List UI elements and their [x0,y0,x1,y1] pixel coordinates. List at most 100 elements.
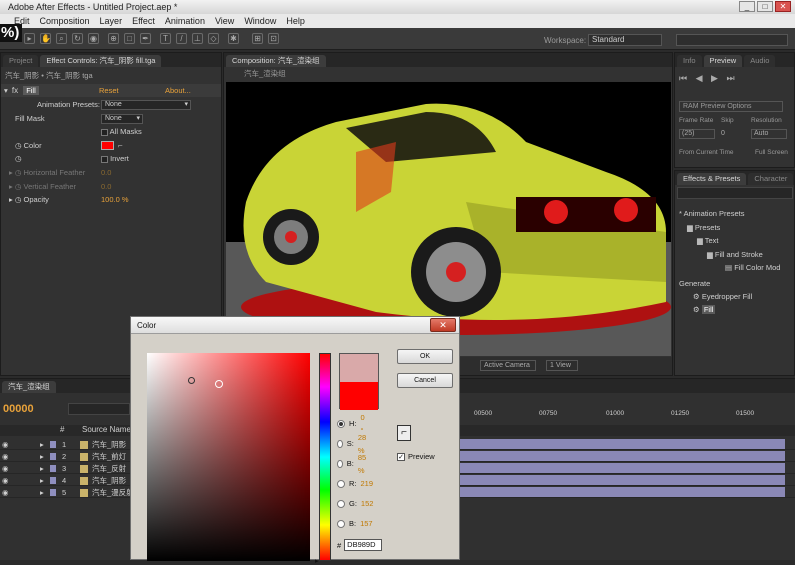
layer-name[interactable]: 汽车_反射 [92,463,126,474]
puppet-tool-icon[interactable]: ✱ [228,33,239,44]
stopwatch-icon[interactable]: ◷ [15,141,22,150]
tree-presets[interactable]: ▆ Presets [687,221,720,234]
layer-duration-bar[interactable] [460,487,785,497]
tab-composition[interactable]: Composition: 汽车_渲染组 [226,55,326,67]
layer-duration-bar[interactable] [460,439,785,449]
color-field-value[interactable]: 152 [361,497,374,510]
tab-character[interactable]: Character [748,173,794,185]
hue-slider[interactable] [319,353,331,561]
visibility-eye-icon[interactable]: ◉ [2,487,9,498]
pan-behind-tool-icon[interactable]: ⊕ [108,33,119,44]
ram-preview-options-select[interactable]: RAM Preview Options [679,101,783,112]
selection-tool-icon[interactable]: ▸ [24,33,35,44]
expand-arrow-icon[interactable]: ▸ [40,463,44,474]
camera-tool-icon[interactable]: ◉ [88,33,99,44]
stopwatch-icon[interactable]: ◷ [15,182,22,191]
label-color-icon[interactable] [50,489,56,496]
maximize-button[interactable]: □ [757,1,773,12]
layer-duration-bar[interactable] [460,451,785,461]
menu-composition[interactable]: Composition [40,14,90,28]
eyedropper-icon[interactable]: ⌐ [118,141,128,150]
tree-fill[interactable]: ⚙ Fill [693,303,716,316]
tree-generate[interactable]: Generate [679,277,710,290]
current-timecode[interactable]: 00000 [3,403,34,415]
animation-presets-dropdown[interactable]: None ▾ [101,100,191,110]
layer-name[interactable]: 汽车_前灯 [92,451,126,462]
expand-arrow-icon[interactable]: ▸ [9,195,13,204]
v-feather-value[interactable]: 0.0 [101,180,111,193]
search-help-input[interactable] [676,34,788,46]
layer-name[interactable]: 汽车_阴影 [92,439,126,450]
menu-layer[interactable]: Layer [100,14,123,28]
ok-button[interactable]: OK [397,349,453,364]
expand-arrow-icon[interactable]: ▸ [9,182,13,191]
tree-animation-presets[interactable]: * Animation Presets [679,207,744,220]
menu-animation[interactable]: Animation [165,14,205,28]
fill-mask-dropdown[interactable]: None ▾ [101,114,143,124]
expand-arrow-icon[interactable]: ▸ [40,451,44,462]
menu-view[interactable]: View [215,14,234,28]
color-mode-radio[interactable] [337,459,343,468]
layer-name[interactable]: 汽车_阴影 [92,475,126,486]
cancel-button[interactable]: Cancel [397,373,453,388]
view-layout-select[interactable]: 1 View [546,360,578,371]
tree-fill-color-mod[interactable]: ▤ Fill Color Mod [725,261,780,274]
tree-eyedropper-fill[interactable]: ⚙ Eyedropper Fill [693,290,752,303]
saturation-brightness-field[interactable] [147,353,310,561]
stopwatch-icon[interactable]: ◷ [15,195,22,204]
visibility-eye-icon[interactable]: ◉ [2,439,9,450]
color-mode-radio[interactable] [337,439,343,448]
tab-timeline-comp[interactable]: 汽车_渲染组 [2,381,56,393]
about-link[interactable]: About... [165,84,191,97]
tree-fill-and-stroke[interactable]: ▆ Fill and Stroke [707,248,763,261]
tab-effects-presets[interactable]: Effects & Presets [677,173,747,185]
close-icon[interactable]: ✕ [430,318,456,332]
axis-mode-icon[interactable]: ⊞ [252,33,263,44]
resolution-select[interactable]: Auto [751,129,787,139]
layer-duration-bar[interactable] [460,463,785,473]
full-screen-label[interactable]: Full Screen [755,149,788,156]
color-mode-radio[interactable] [337,419,345,428]
label-color-icon[interactable] [50,441,56,448]
stopwatch-icon[interactable]: ◷ [15,168,22,177]
timeline-search-input[interactable] [68,403,130,415]
minimize-button[interactable]: _ [739,1,755,12]
visibility-eye-icon[interactable]: ◉ [2,463,9,474]
h-feather-value[interactable]: 0.0 [101,166,111,179]
visibility-eye-icon[interactable]: ◉ [2,451,9,462]
layer-duration-bar[interactable] [460,475,785,485]
zoom-tool-icon[interactable]: ⌕ [56,33,67,44]
current-color-swatch[interactable] [340,382,378,410]
menu-help[interactable]: Help [286,14,305,28]
color-mode-radio[interactable] [337,499,345,508]
all-masks-checkbox[interactable] [101,128,108,136]
mask-tool-icon[interactable]: □ [124,33,135,44]
eyedropper-icon[interactable]: ⌐ [397,425,411,441]
layer-name[interactable]: 汽车_漫反射 [92,487,134,498]
stamp-tool-icon[interactable]: ⊥ [192,33,203,44]
hue-slider-handle-icon[interactable]: ▸ [315,557,319,565]
hand-tool-icon[interactable]: ✋ [40,33,51,44]
expand-arrow-icon[interactable]: ▸ [9,168,13,177]
playback-controls[interactable]: ⏮ ◀ ▶ ⏭ [679,73,738,84]
visibility-eye-icon[interactable]: ◉ [2,475,9,486]
workspace-select[interactable]: Standard [588,34,662,46]
color-field-value[interactable]: 85 % [358,451,369,477]
color-field-value[interactable]: 219 [361,477,374,490]
invert-checkbox[interactable] [101,155,108,163]
from-current-time-label[interactable]: From Current Time [679,149,734,156]
expand-arrow-icon[interactable]: ▸ [40,439,44,450]
tree-text[interactable]: ▆ Text [697,234,719,247]
preview-checkbox[interactable]: ✓ [397,452,405,461]
opacity-value[interactable]: 100.0 % [101,193,129,206]
label-color-icon[interactable] [50,477,56,484]
menu-effect[interactable]: Effect [132,14,155,28]
world-axis-icon[interactable]: ⊡ [268,33,279,44]
color-field-value[interactable]: 157 [360,517,373,530]
active-camera-select[interactable]: Active Camera [480,360,536,371]
tab-preview[interactable]: Preview [703,55,743,67]
eraser-tool-icon[interactable]: ◇ [208,33,219,44]
close-window-button[interactable]: ✕ [775,1,791,12]
brush-tool-icon[interactable]: / [176,33,187,44]
expand-arrow-icon[interactable]: ▾ [4,86,8,95]
